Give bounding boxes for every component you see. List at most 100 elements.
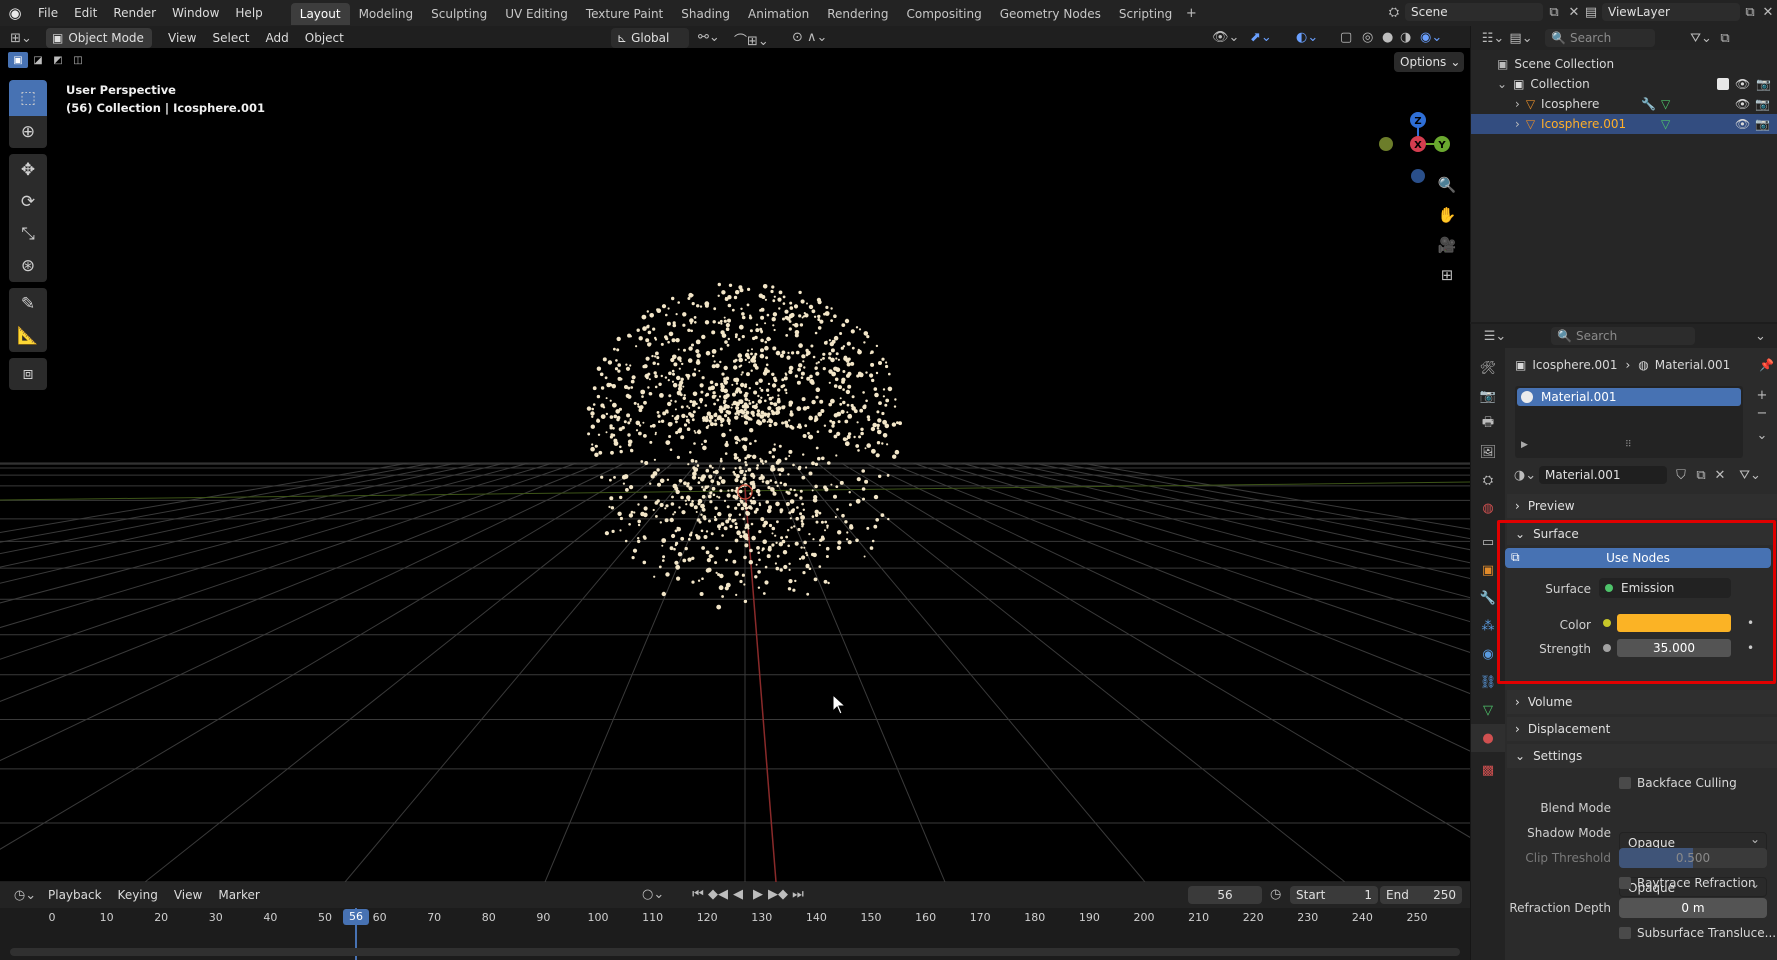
blender-logo-icon[interactable]: ◉ xyxy=(0,4,30,22)
workspace-tab-animation[interactable]: Animation xyxy=(739,3,818,25)
timeline-menu-playback[interactable]: Playback xyxy=(40,882,110,908)
emission-color-swatch[interactable] xyxy=(1617,614,1731,632)
workspace-tab-uv-editing[interactable]: UV Editing xyxy=(496,3,577,25)
workspace-tab-modeling[interactable]: Modeling xyxy=(350,3,423,25)
displacement-panel-header[interactable]: › Displacement xyxy=(1507,717,1777,741)
material-tab-icon[interactable]: ● xyxy=(1471,724,1505,752)
xray-icon[interactable]: ▢ xyxy=(1340,30,1352,45)
orientation-dropdown[interactable]: ⊾ Global xyxy=(611,28,689,48)
remove-view-layer-icon[interactable]: ✕ xyxy=(1760,5,1776,20)
menu-file[interactable]: File xyxy=(30,0,66,26)
strength-socket-icon[interactable] xyxy=(1603,644,1611,652)
playhead-frame[interactable]: 56 xyxy=(343,909,369,925)
refraction-depth-field[interactable]: 0 m xyxy=(1619,898,1767,918)
menu-render[interactable]: Render xyxy=(105,0,164,26)
timeline-editor-type-icon[interactable]: ◷⌄ xyxy=(10,888,40,903)
properties-editor-type-icon[interactable]: ☰⌄ xyxy=(1481,329,1509,344)
timeline-track[interactable]: 0 10 20 30 40 50 60 70 80 90 100 110 120 130 140 150 160… xyxy=(0,908,1470,960)
timeline-scrollbar[interactable] xyxy=(10,948,1460,956)
view-layer-field[interactable]: ViewLayer xyxy=(1602,3,1740,21)
breadcrumb-object[interactable]: Icosphere.001 xyxy=(1532,358,1617,372)
color-keyframe-icon[interactable]: • xyxy=(1747,616,1754,630)
color-socket-icon[interactable] xyxy=(1603,619,1611,627)
3d-viewport[interactable]: ▣ ◪ ◩ ◫ Options ⌄ User Perspective (56) … xyxy=(0,48,1470,882)
workspace-tab-scripting[interactable]: Scripting xyxy=(1110,3,1181,25)
expand-list-icon[interactable]: ▶ xyxy=(1521,440,1528,450)
add-workspace-icon[interactable]: + xyxy=(1181,6,1201,21)
scene-field[interactable]: Scene xyxy=(1405,3,1543,21)
strength-field[interactable]: 35.000 xyxy=(1617,639,1731,657)
view-layer-icon[interactable]: ▤ xyxy=(1580,5,1602,20)
clip-threshold-slider[interactable]: 0.500 xyxy=(1619,848,1767,868)
display-mode-icon[interactable]: ▤⌄ xyxy=(1507,31,1535,46)
viewport-menu-view[interactable]: View xyxy=(160,26,204,50)
solid-shading-icon[interactable]: ● xyxy=(1382,30,1393,45)
scale-tool-icon[interactable]: ⤡ xyxy=(9,218,47,250)
select-extend-icon[interactable]: ◪ xyxy=(28,52,48,68)
mesh-data-icon[interactable]: ▽ xyxy=(1661,97,1670,111)
gizmo-neg-z-axis[interactable] xyxy=(1411,169,1425,183)
breadcrumb-material[interactable]: Material.001 xyxy=(1655,358,1730,372)
preview-range-icon[interactable]: ◷ xyxy=(1270,887,1281,902)
play-icon[interactable]: ▶ xyxy=(748,887,768,902)
properties-search-input[interactable]: 🔍 Search xyxy=(1551,327,1695,345)
backface-culling-checkbox[interactable] xyxy=(1619,777,1631,789)
menu-help[interactable]: Help xyxy=(227,0,270,26)
workspace-tab-texture-paint[interactable]: Texture Paint xyxy=(577,3,672,25)
texture-tab-icon[interactable]: ▩ xyxy=(1471,756,1505,784)
pan-hand-icon[interactable]: ✋ xyxy=(1432,200,1462,230)
data-tab-icon[interactable]: ▽ xyxy=(1471,696,1505,724)
options-dropdown[interactable]: Options ⌄ xyxy=(1394,52,1464,72)
gizmo-neg-y-axis[interactable] xyxy=(1379,137,1393,151)
outliner-object-row[interactable]: › ▽ Icosphere.001 ▽ 👁 📷 xyxy=(1471,114,1777,134)
remove-slot-icon[interactable]: − xyxy=(1751,404,1773,422)
exclude-checkbox[interactable] xyxy=(1717,78,1729,90)
properties-options-chevron-icon[interactable]: ⌄ xyxy=(1755,329,1766,344)
scene-icon[interactable]: ⛭ xyxy=(1383,5,1405,20)
prev-keyframe-icon[interactable]: ◆◀ xyxy=(708,887,728,902)
scene-collection-row[interactable]: ▣ Scene Collection xyxy=(1471,54,1777,74)
add-slot-icon[interactable]: + xyxy=(1751,386,1773,404)
unlink-material-icon[interactable]: ✕ xyxy=(1711,468,1729,483)
duplicate-material-icon[interactable]: ⧉ xyxy=(1691,468,1711,483)
viewport-menu-object[interactable]: Object xyxy=(297,26,352,50)
visibility-icon[interactable]: 👁⌄ xyxy=(1212,30,1239,45)
outliner-object-row[interactable]: › ▽ Icosphere 🔧 ▽ 👁 📷 xyxy=(1471,94,1777,114)
browse-material-icon[interactable]: ◑⌄ xyxy=(1511,468,1539,483)
select-box-tool-icon[interactable]: ⬚ xyxy=(9,80,47,116)
cursor-tool-icon[interactable]: ⊕ xyxy=(9,116,47,148)
annotate-tool-icon[interactable]: ✎ xyxy=(9,288,47,320)
material-slot[interactable]: Material.001 xyxy=(1517,388,1741,406)
material-slot-list[interactable]: Material.001 ▶ ⠿ xyxy=(1515,386,1743,458)
mesh-data-icon[interactable]: ▽ xyxy=(1661,117,1670,131)
new-view-layer-icon[interactable]: ⧉ xyxy=(1740,5,1760,20)
resize-handle-icon[interactable]: ⠿ xyxy=(1625,440,1632,450)
workspace-tab-geometry-nodes[interactable]: Geometry Nodes xyxy=(991,3,1110,25)
current-frame-field[interactable]: 56 xyxy=(1188,886,1262,904)
material-name-field[interactable]: Material.001 xyxy=(1539,466,1667,484)
next-keyframe-icon[interactable]: ▶◆ xyxy=(768,887,788,902)
timeline-menu-marker[interactable]: Marker xyxy=(210,882,267,908)
transform-tool-icon[interactable]: ⊛ xyxy=(9,250,47,282)
camera-icon[interactable]: 📷 xyxy=(1755,97,1770,111)
surface-panel-header[interactable]: ⌄ Surface xyxy=(1507,523,1773,545)
proportional-edit-icon[interactable]: ⊙ ∧⌄ xyxy=(792,30,827,45)
mode-dropdown[interactable]: ▣ Object Mode xyxy=(46,28,152,48)
collapse-chevron-icon[interactable]: ⌄ xyxy=(1497,77,1507,91)
move-tool-icon[interactable]: ✥ xyxy=(9,154,47,186)
new-collection-icon[interactable]: ⧉ xyxy=(1715,31,1735,46)
workspace-tab-shading[interactable]: Shading xyxy=(672,3,739,25)
rotate-tool-icon[interactable]: ⟳ xyxy=(9,186,47,218)
camera-icon[interactable]: 📷 xyxy=(1755,117,1770,131)
camera-icon[interactable]: 📷 xyxy=(1756,77,1771,91)
pin-icon[interactable]: 📌 xyxy=(1759,358,1774,372)
scene-tab-icon[interactable]: ⛭ xyxy=(1471,466,1505,494)
menu-window[interactable]: Window xyxy=(164,0,227,26)
volume-panel-header[interactable]: › Volume xyxy=(1507,690,1777,714)
pivot-icon[interactable]: ⚯⌄ xyxy=(698,30,720,45)
gizmo-toggle-icon[interactable]: ⬈⌄ xyxy=(1250,30,1272,45)
workspace-tab-sculpting[interactable]: Sculpting xyxy=(422,3,496,25)
material-shading-icon[interactable]: ◑ xyxy=(1400,30,1411,45)
outliner-editor-type-icon[interactable]: ☷⌄ xyxy=(1479,31,1507,46)
editor-type-icon[interactable]: ⊞⌄ xyxy=(6,31,36,46)
